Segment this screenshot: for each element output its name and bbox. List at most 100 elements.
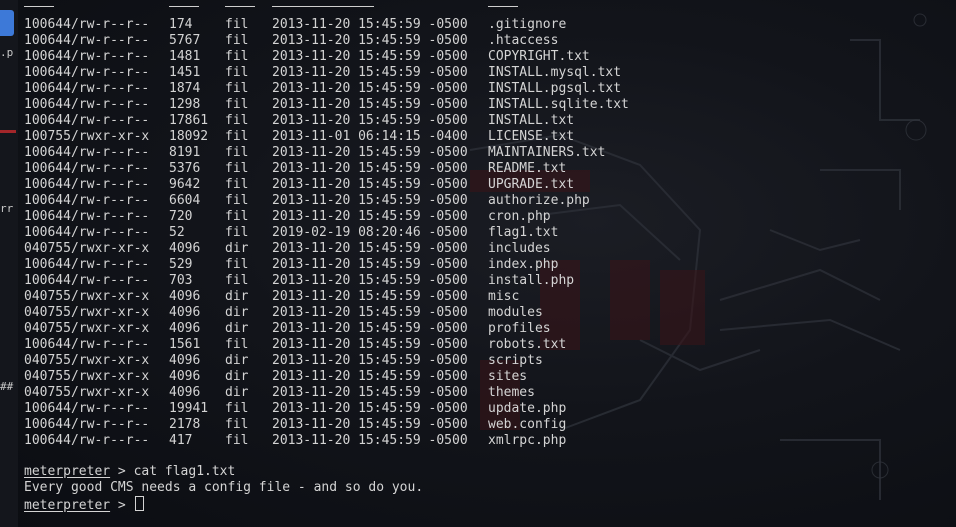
size-cell: 4096	[169, 353, 201, 368]
date-cell: 2013-11-20 15:45:59 -0500	[272, 65, 468, 80]
size-cell: 1561	[169, 337, 201, 352]
mode-cell: 100644/rw-r--r--	[24, 193, 150, 208]
date-cell: 2013-11-20 15:45:59 -0500	[272, 433, 468, 448]
type-cell: fil	[225, 401, 249, 416]
size-cell: 4096	[169, 305, 201, 320]
size-cell: 8191	[169, 145, 201, 160]
terminal-screen: .p rr ## 100644/rw-r--r-- 174 fil 2013-11-2…	[0, 0, 956, 527]
name-cell: xmlrpc.php	[488, 433, 567, 448]
command-line: meterpreter > cat flag1.txt	[24, 464, 423, 480]
type-cell: dir	[225, 241, 249, 256]
size-cell: 1451	[169, 65, 201, 80]
column-header-underlines	[24, 0, 724, 10]
mode-cell: 100644/rw-r--r--	[24, 145, 150, 160]
type-cell: fil	[225, 49, 249, 64]
date-cell: 2013-11-20 15:45:59 -0500	[272, 241, 468, 256]
prompt-label: meterpreter	[24, 498, 111, 513]
type-cell: fil	[225, 209, 249, 224]
type-cell: fil	[225, 97, 249, 112]
size-cell: 19941	[169, 401, 209, 416]
type-cell: fil	[225, 81, 249, 96]
date-cell: 2013-11-20 15:45:59 -0500	[272, 49, 468, 64]
size-cell: 703	[169, 273, 193, 288]
name-cell: INSTALL.txt	[488, 113, 575, 128]
type-cell: dir	[225, 321, 249, 336]
name-cell: web.config	[488, 417, 567, 432]
name-cell: misc	[488, 289, 520, 304]
date-cell: 2013-11-20 15:45:59 -0500	[272, 113, 468, 128]
type-cell: fil	[225, 433, 249, 448]
size-cell: 6604	[169, 193, 201, 208]
type-cell: fil	[225, 273, 249, 288]
mode-cell: 100644/rw-r--r--	[24, 417, 150, 432]
date-cell: 2013-11-20 15:45:59 -0500	[272, 401, 468, 416]
size-cell: 4096	[169, 369, 201, 384]
mode-cell: 100644/rw-r--r--	[24, 33, 150, 48]
type-cell: fil	[225, 161, 249, 176]
name-cell: INSTALL.mysql.txt	[488, 65, 622, 80]
active-prompt-line[interactable]: meterpreter >	[24, 496, 423, 513]
size-cell: 529	[169, 257, 193, 272]
mode-cell: 100644/rw-r--r--	[24, 257, 150, 272]
mode-cell: 040755/rwxr-xr-x	[24, 321, 150, 336]
date-cell: 2013-11-20 15:45:59 -0500	[272, 209, 468, 224]
session-area: meterpreter > cat flag1.txt Every good C…	[24, 464, 423, 513]
mode-cell: 100644/rw-r--r--	[24, 177, 150, 192]
type-cell: dir	[225, 385, 249, 400]
name-cell: cron.php	[488, 209, 551, 224]
date-cell: 2013-11-20 15:45:59 -0500	[272, 177, 468, 192]
date-cell: 2013-11-20 15:45:59 -0500	[272, 161, 468, 176]
size-cell: 5767	[169, 33, 201, 48]
type-cell: fil	[225, 177, 249, 192]
type-cell: dir	[225, 305, 249, 320]
size-cell: 720	[169, 209, 193, 224]
mode-cell: 100644/rw-r--r--	[24, 433, 150, 448]
type-cell: dir	[225, 369, 249, 384]
app-icon	[0, 10, 14, 36]
name-cell: INSTALL.sqlite.txt	[488, 97, 629, 112]
size-cell: 5376	[169, 161, 201, 176]
size-cell: 18092	[169, 129, 209, 144]
date-cell: 2013-11-20 15:45:59 -0500	[272, 97, 468, 112]
mode-cell: 100644/rw-r--r--	[24, 401, 150, 416]
sidebar-fragment: rr	[0, 202, 14, 215]
mode-cell: 100644/rw-r--r--	[24, 81, 150, 96]
size-cell: 4096	[169, 289, 201, 304]
name-cell: install.php	[488, 273, 575, 288]
date-cell: 2013-11-20 15:45:59 -0500	[272, 417, 468, 432]
size-cell: 17861	[169, 113, 209, 128]
mode-cell: 040755/rwxr-xr-x	[24, 241, 150, 256]
size-header-underline	[169, 6, 199, 7]
type-header-underline	[225, 6, 255, 7]
name-cell: includes	[488, 241, 551, 256]
text-cursor	[134, 496, 144, 511]
name-cell: scripts	[488, 353, 543, 368]
type-cell: fil	[225, 129, 249, 144]
name-cell: flag1.txt	[488, 225, 559, 240]
prompt-label: meterpreter	[24, 464, 111, 479]
type-cell: fil	[225, 417, 249, 432]
date-cell: 2013-11-20 15:45:59 -0500	[272, 193, 468, 208]
name-header-underline	[488, 6, 518, 7]
command-text: cat flag1.txt	[133, 464, 236, 479]
type-cell: fil	[225, 145, 249, 160]
name-cell: .gitignore	[488, 17, 567, 32]
name-cell: sites	[488, 369, 528, 384]
date-cell: 2013-11-20 15:45:59 -0500	[272, 385, 468, 400]
prompt-symbol: >	[110, 464, 134, 479]
size-cell: 1874	[169, 81, 201, 96]
name-cell: index.php	[488, 257, 559, 272]
mode-cell: 040755/rwxr-xr-x	[24, 305, 150, 320]
date-cell: 2013-11-20 15:45:59 -0500	[272, 289, 468, 304]
date-cell: 2013-11-20 15:45:59 -0500	[272, 17, 468, 32]
mode-cell: 040755/rwxr-xr-x	[24, 369, 150, 384]
name-cell: INSTALL.pgsql.txt	[488, 81, 622, 96]
size-cell: 9642	[169, 177, 201, 192]
mode-cell: 100644/rw-r--r--	[24, 273, 150, 288]
size-cell: 417	[169, 433, 193, 448]
type-cell: dir	[225, 353, 249, 368]
name-cell: authorize.php	[488, 193, 590, 208]
date-cell: 2013-11-20 15:45:59 -0500	[272, 321, 468, 336]
size-cell: 4096	[169, 385, 201, 400]
date-cell: 2013-11-20 15:45:59 -0500	[272, 273, 468, 288]
